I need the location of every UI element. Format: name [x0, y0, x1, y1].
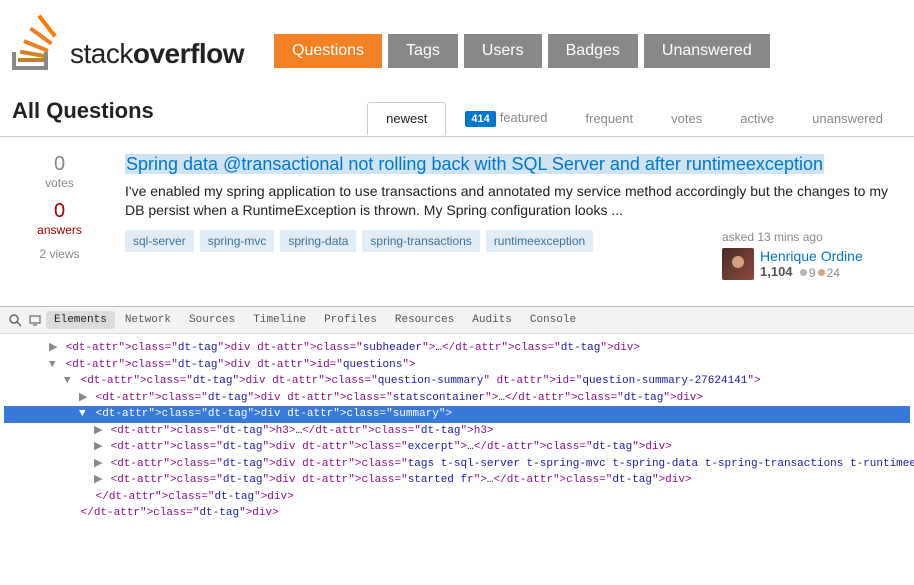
- view-count: 2 views: [12, 247, 107, 261]
- question-tags: sql-server spring-mvc spring-data spring…: [125, 230, 593, 252]
- dom-tree-node[interactable]: ▶ <dt-attr">class="dt-tag">div dt-attr">…: [4, 456, 910, 473]
- tag-spring-data[interactable]: spring-data: [280, 230, 356, 252]
- devtools-tab-audits[interactable]: Audits: [464, 311, 520, 329]
- site-logo[interactable]: stackoverflow: [12, 10, 244, 70]
- tag-runtimeexception[interactable]: runtimeexception: [486, 230, 593, 252]
- devtools-tab-profiles[interactable]: Profiles: [316, 311, 385, 329]
- stats-container: 0 votes 0 answers 2 views: [12, 153, 107, 280]
- inspect-icon[interactable]: [6, 311, 24, 329]
- logo-icon: [12, 10, 62, 70]
- devtools-dom-tree[interactable]: ▶ <dt-attr">class="dt-tag">div dt-attr">…: [0, 334, 914, 528]
- answer-label: answers: [12, 223, 107, 237]
- tag-sql-server[interactable]: sql-server: [125, 230, 194, 252]
- tab-votes[interactable]: votes: [652, 102, 721, 135]
- devtools-tab-timeline[interactable]: Timeline: [245, 311, 314, 329]
- page-title: All Questions: [12, 98, 154, 124]
- dom-tree-node[interactable]: ▼ <dt-attr">class="dt-tag">div dt-attr">…: [4, 406, 910, 423]
- question-tabs: newest 414featured frequent votes active…: [367, 101, 902, 136]
- question-summary: 0 votes 0 answers 2 views Spring data @t…: [0, 145, 914, 288]
- user-link[interactable]: Henrique Ordine: [760, 248, 863, 264]
- devtools-tab-sources[interactable]: Sources: [181, 311, 243, 329]
- question-excerpt: I've enabled my spring application to us…: [125, 182, 902, 220]
- bronze-badge-count: 24: [827, 266, 840, 280]
- dom-tree-node[interactable]: ▼ <dt-attr">class="dt-tag">div dt-attr">…: [4, 373, 910, 390]
- nav-questions[interactable]: Questions: [274, 34, 382, 68]
- devtools-tab-console[interactable]: Console: [522, 311, 584, 329]
- vote-count: 0: [12, 153, 107, 176]
- tab-newest[interactable]: newest: [367, 102, 446, 135]
- nav-unanswered[interactable]: Unanswered: [644, 34, 770, 68]
- dom-tree-node[interactable]: ▶ <dt-attr">class="dt-tag">div dt-attr">…: [4, 340, 910, 357]
- main-nav: Questions Tags Users Badges Unanswered: [274, 34, 770, 68]
- nav-users[interactable]: Users: [464, 34, 542, 68]
- bronze-badge-icon: [818, 269, 825, 276]
- devtools-tab-network[interactable]: Network: [117, 311, 179, 329]
- tab-active[interactable]: active: [721, 102, 793, 135]
- question-title-link[interactable]: Spring data @transactional not rolling b…: [125, 154, 824, 174]
- avatar[interactable]: [722, 248, 754, 280]
- tab-unanswered[interactable]: unanswered: [793, 102, 902, 135]
- featured-count-badge: 414: [465, 111, 495, 127]
- asked-time: 13 mins ago: [757, 230, 822, 244]
- tag-spring-mvc[interactable]: spring-mvc: [200, 230, 275, 252]
- dom-tree-node[interactable]: ▶ <dt-attr">class="dt-tag">div dt-attr">…: [4, 439, 910, 456]
- tab-featured[interactable]: 414featured: [446, 101, 566, 136]
- dom-tree-node[interactable]: ▶ <dt-attr">class="dt-tag">div dt-attr">…: [4, 472, 910, 489]
- dom-tree-node[interactable]: </dt-attr">class="dt-tag">div>: [4, 489, 910, 506]
- tag-spring-transactions[interactable]: spring-transactions: [362, 230, 479, 252]
- answer-count: 0: [12, 200, 107, 223]
- nav-tags[interactable]: Tags: [388, 34, 458, 68]
- silver-badge-count: 9: [809, 266, 816, 280]
- dom-tree-node[interactable]: ▶ <dt-attr">class="dt-tag">div dt-attr">…: [4, 390, 910, 407]
- devtools-tab-resources[interactable]: Resources: [387, 311, 462, 329]
- dom-tree-node[interactable]: ▼ <dt-attr">class="dt-tag">div dt-attr">…: [4, 357, 910, 374]
- dom-tree-node[interactable]: ▶ <dt-attr">class="dt-tag">h3>…</dt-attr…: [4, 423, 910, 440]
- devtools-tab-elements[interactable]: Elements: [46, 311, 115, 329]
- vote-label: votes: [12, 176, 107, 190]
- dom-tree-node[interactable]: </dt-attr">class="dt-tag">div>: [4, 505, 910, 522]
- nav-badges[interactable]: Badges: [548, 34, 638, 68]
- logo-text: stackoverflow: [70, 38, 244, 70]
- devtools-panel: Elements Network Sources Timeline Profil…: [0, 306, 914, 528]
- tab-frequent[interactable]: frequent: [566, 102, 652, 135]
- silver-badge-icon: [800, 269, 807, 276]
- device-icon[interactable]: [26, 311, 44, 329]
- user-reputation: 1,104: [760, 264, 793, 279]
- asked-info: asked 13 mins ago Henrique Ordine 1,104 …: [722, 230, 902, 280]
